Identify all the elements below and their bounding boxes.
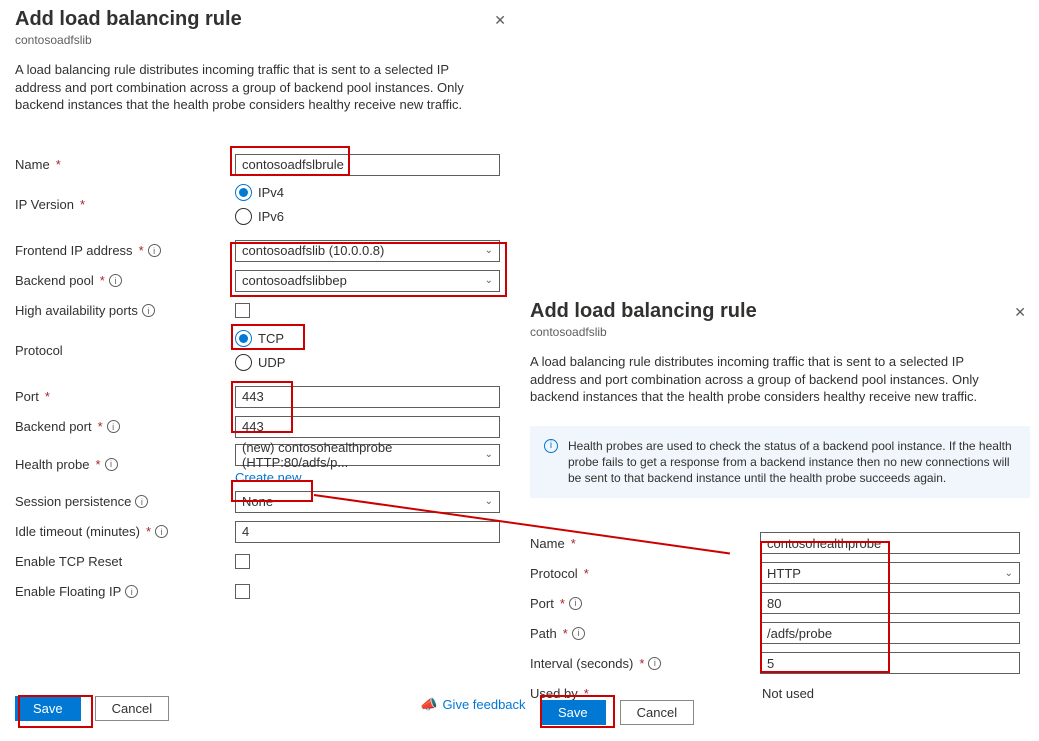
chevron-down-icon: ⌄ <box>1005 568 1013 579</box>
radio-icon <box>235 184 252 201</box>
panel-title: Add load balancing rule <box>530 300 757 323</box>
info-icon[interactable]: i <box>569 597 582 610</box>
footer-right: Save Cancel <box>540 700 694 725</box>
frontend-select[interactable]: contosoadfslib (10.0.0.8)⌄ <box>235 240 500 262</box>
close-icon[interactable]: ✕ <box>490 8 510 33</box>
label-session: Session persistence i <box>15 494 235 509</box>
label-idle: Idle timeout (minutes)* i <box>15 524 235 539</box>
radio-icon <box>235 208 252 225</box>
info-icon: i <box>544 439 558 453</box>
panel-subtitle: contosoadfslib <box>15 33 242 47</box>
row-hp-port: Port* i <box>530 590 1030 616</box>
radio-udp[interactable]: UDP <box>235 352 510 374</box>
row-healthprobe: Health probe* i (new) contosohealthprobe… <box>15 444 510 485</box>
row-tcpreset: Enable TCP Reset <box>15 549 510 575</box>
info-icon[interactable]: i <box>148 244 161 257</box>
chevron-down-icon: ⌄ <box>485 496 493 507</box>
row-haports: High availability ports i <box>15 298 510 324</box>
label-tcpreset: Enable TCP Reset <box>15 554 235 569</box>
chevron-down-icon: ⌄ <box>485 245 493 256</box>
info-icon[interactable]: i <box>107 420 120 433</box>
radio-ipv6[interactable]: IPv6 <box>235 206 510 228</box>
label-backendpool: Backend pool* i <box>15 273 235 288</box>
hp-path-input[interactable] <box>760 622 1020 644</box>
name-input[interactable] <box>235 154 500 176</box>
feedback-icon: 📣 <box>420 696 437 713</box>
chevron-down-icon: ⌄ <box>485 449 493 460</box>
info-icon[interactable]: i <box>142 304 155 317</box>
hp-port-input[interactable] <box>760 592 1020 614</box>
port-input[interactable] <box>235 386 500 408</box>
hp-interval-input[interactable] <box>760 652 1020 674</box>
cancel-button[interactable]: Cancel <box>95 696 169 721</box>
info-icon[interactable]: i <box>105 458 118 471</box>
label-hp-interval: Interval (seconds)* i <box>530 656 760 671</box>
label-haports: High availability ports i <box>15 303 235 318</box>
save-button[interactable]: Save <box>15 696 81 721</box>
row-protocol: Protocol TCP UDP <box>15 328 510 374</box>
row-hp-path: Path* i <box>530 620 1030 646</box>
row-frontend: Frontend IP address* i contosoadfslib (1… <box>15 238 510 264</box>
info-box-text: Health probes are used to check the stat… <box>568 438 1016 487</box>
cancel-button[interactable]: Cancel <box>620 700 694 725</box>
row-idle: Idle timeout (minutes)* i <box>15 519 510 545</box>
radio-tcp[interactable]: TCP <box>235 328 510 350</box>
label-protocol: Protocol <box>15 343 235 358</box>
close-icon[interactable]: ✕ <box>1010 300 1030 325</box>
label-hp-name: Name* <box>530 536 760 551</box>
label-frontend: Frontend IP address* i <box>15 243 235 258</box>
label-floating: Enable Floating IP i <box>15 584 235 599</box>
label-healthprobe: Health probe* i <box>15 457 235 472</box>
radio-icon <box>235 330 252 347</box>
radio-ipv4[interactable]: IPv4 <box>235 182 510 204</box>
label-hp-usedby: Used by* <box>530 686 760 701</box>
info-icon[interactable]: i <box>125 585 138 598</box>
right-panel: Add load balancing rule contosoadfslib ✕… <box>530 300 1030 706</box>
row-ipversion: IP Version* IPv4 IPv6 <box>15 182 510 228</box>
info-icon[interactable]: i <box>155 525 168 538</box>
info-icon[interactable]: i <box>135 495 148 508</box>
panel-description: A load balancing rule distributes incomi… <box>15 61 495 114</box>
label-ipversion: IP Version* <box>15 197 235 212</box>
info-icon[interactable]: i <box>109 274 122 287</box>
info-box: i Health probes are used to check the st… <box>530 426 1030 499</box>
create-new-link[interactable]: Create new <box>235 470 510 485</box>
row-floating: Enable Floating IP i <box>15 579 510 605</box>
row-name: Name* <box>15 152 510 178</box>
left-panel: Add load balancing rule contosoadfslib ✕… <box>15 8 510 605</box>
tcpreset-checkbox[interactable] <box>235 554 250 569</box>
save-button[interactable]: Save <box>540 700 606 725</box>
hp-protocol-select[interactable]: HTTP⌄ <box>760 562 1020 584</box>
row-hp-interval: Interval (seconds)* i <box>530 650 1030 676</box>
label-port: Port* <box>15 389 235 404</box>
panel-title: Add load balancing rule <box>15 8 242 31</box>
row-port: Port* <box>15 384 510 410</box>
backendpool-select[interactable]: contosoadfslibbep⌄ <box>235 270 500 292</box>
label-hp-port: Port* i <box>530 596 760 611</box>
row-hp-protocol: Protocol* HTTP⌄ <box>530 560 1030 586</box>
idle-input[interactable] <box>235 521 500 543</box>
panel-header: Add load balancing rule contosoadfslib ✕ <box>15 8 510 47</box>
row-backendport: Backend port* i <box>15 414 510 440</box>
info-icon[interactable]: i <box>648 657 661 670</box>
label-backendport: Backend port* i <box>15 419 235 434</box>
healthprobe-select[interactable]: (new) contosohealthprobe (HTTP:80/adfs/p… <box>235 444 500 466</box>
info-icon[interactable]: i <box>572 627 585 640</box>
footer-left: Save Cancel <box>15 696 169 721</box>
label-hp-path: Path* i <box>530 626 760 641</box>
label-hp-protocol: Protocol* <box>530 566 760 581</box>
panel-subtitle: contosoadfslib <box>530 325 757 339</box>
chevron-down-icon: ⌄ <box>485 275 493 286</box>
radio-icon <box>235 354 252 371</box>
haports-checkbox[interactable] <box>235 303 250 318</box>
panel-description: A load balancing rule distributes incomi… <box>530 353 1010 406</box>
row-backendpool: Backend pool* i contosoadfslibbep⌄ <box>15 268 510 294</box>
backendport-input[interactable] <box>235 416 500 438</box>
label-name: Name* <box>15 157 235 172</box>
give-feedback-link[interactable]: 📣 Give feedback <box>420 696 526 713</box>
floating-checkbox[interactable] <box>235 584 250 599</box>
panel-header: Add load balancing rule contosoadfslib ✕ <box>530 300 1030 339</box>
hp-usedby-value: Not used <box>760 686 1030 701</box>
hp-name-input[interactable] <box>760 532 1020 554</box>
